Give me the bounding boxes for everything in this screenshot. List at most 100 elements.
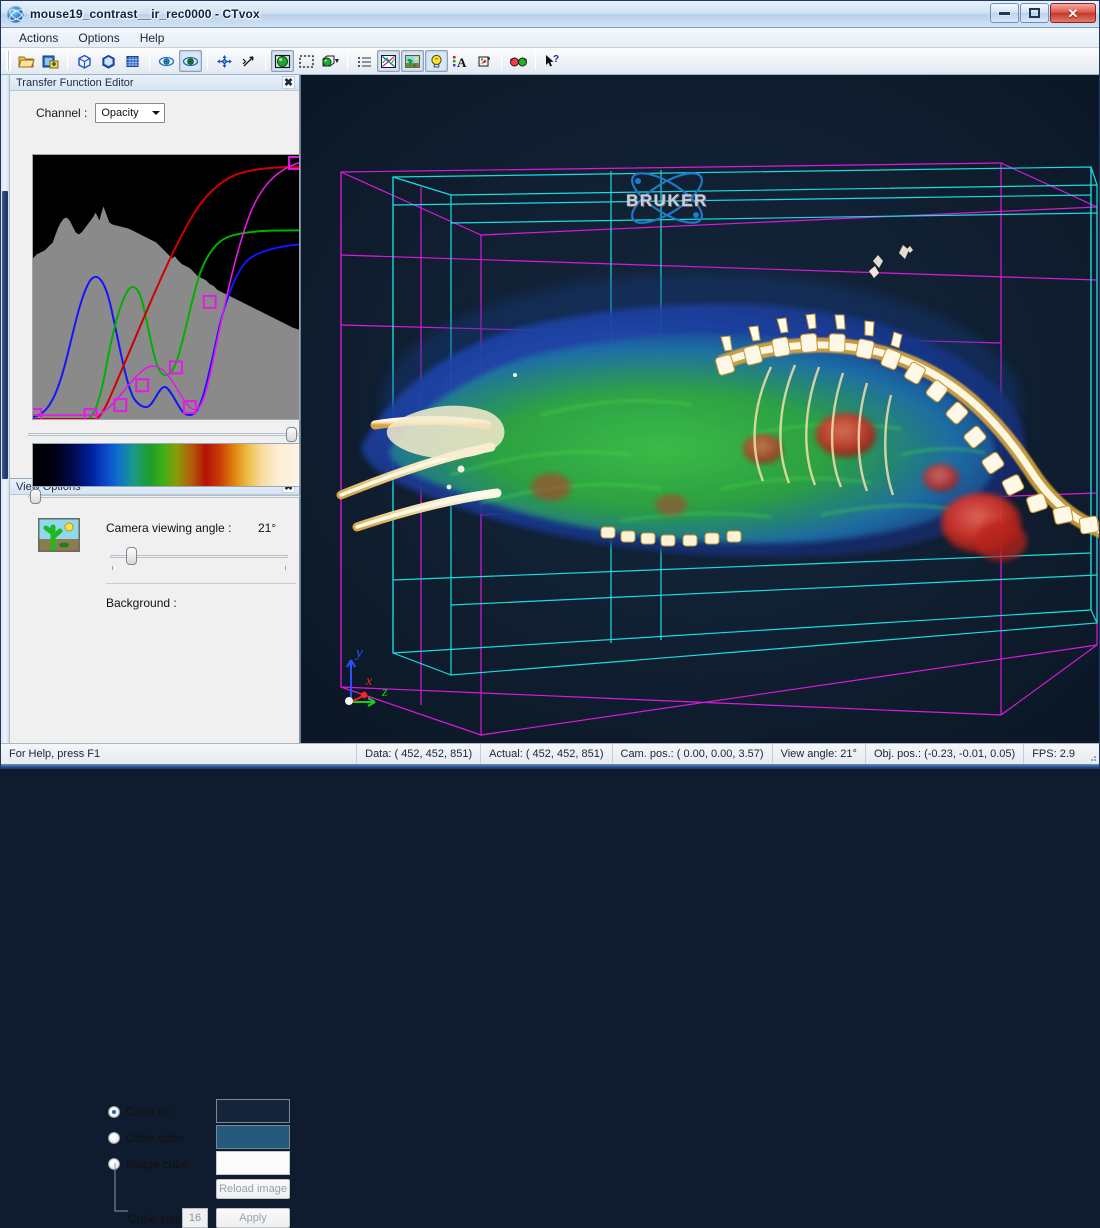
eye-icon[interactable]: [155, 50, 178, 72]
landscape-thumbnail-icon[interactable]: [38, 518, 80, 552]
radio-color-cube[interactable]: Color cube: [108, 1130, 184, 1146]
toolbar-separator: [535, 52, 536, 70]
toolbar-separator: [501, 52, 502, 70]
eye-active-icon[interactable]: [179, 50, 202, 72]
selection-icon[interactable]: [295, 50, 318, 72]
status-help-text: For Help, press F1: [1, 744, 357, 764]
list-icon[interactable]: [353, 50, 376, 72]
cube-size-bracket: [114, 1163, 130, 1215]
radio-color-fill-indicator[interactable]: [108, 1106, 120, 1118]
cube-size-label: Cube size: [128, 1212, 181, 1226]
window-bottom-frame: [1, 764, 1099, 768]
close-icon: ✕: [1068, 7, 1079, 20]
x-axis-dot: [361, 692, 367, 698]
stereo-glasses-icon[interactable]: [507, 50, 530, 72]
channel-label: Channel :: [36, 106, 87, 120]
status-view-angle: View angle: 21°: [773, 744, 866, 764]
camera-angle-label: Camera viewing angle :: [106, 521, 231, 535]
transfer-function-body: Channel : Opacity: [10, 91, 299, 478]
cube-grid-icon[interactable]: [121, 50, 144, 72]
restore-button[interactable]: [1020, 3, 1049, 23]
resize-grip[interactable]: [1083, 744, 1099, 764]
menu-item-help[interactable]: Help: [130, 29, 175, 47]
minimize-button[interactable]: [990, 3, 1019, 23]
svg-text:?: ?: [553, 54, 559, 65]
main-toolbar: ▼: [1, 48, 1099, 75]
minimize-icon: [999, 12, 1010, 15]
sphere-box-icon[interactable]: [271, 50, 294, 72]
open-volume-icon[interactable]: [39, 50, 62, 72]
radio-color-fill[interactable]: Color fill: [108, 1104, 169, 1120]
color-cube-swatch[interactable]: [216, 1125, 290, 1149]
transfer-function-panel: Transfer Function Editor ✖ Channel : Opa…: [10, 75, 299, 479]
left-dock: Transfer Function Editor ✖ Channel : Opa…: [10, 75, 300, 743]
bruker-wordmark: BRUKER: [619, 191, 715, 211]
divider: [106, 583, 296, 584]
svg-text:A: A: [457, 55, 467, 69]
axis-label-z: z: [381, 685, 388, 700]
move-icon[interactable]: [213, 50, 236, 72]
radio-color-cube-indicator[interactable]: [108, 1132, 120, 1144]
left-scrollbar[interactable]: [1, 75, 10, 743]
close-button[interactable]: ✕: [1050, 3, 1096, 23]
organ-upper: [816, 413, 876, 457]
camera-angle-slider[interactable]: [110, 547, 288, 567]
transfer-function-close-icon[interactable]: ✖: [282, 76, 295, 89]
channel-select[interactable]: Opacity: [95, 103, 165, 123]
toolbar-grip[interactable]: [6, 51, 11, 71]
toolbar-separator: [347, 52, 348, 70]
lightbulb-icon[interactable]: [425, 50, 448, 72]
cube-filled-icon[interactable]: [97, 50, 120, 72]
view-options-body: Camera viewing angle : 21° Background : …: [10, 495, 299, 743]
reload-image-button[interactable]: Reload image: [216, 1179, 290, 1199]
slider-thumb-top[interactable]: [286, 427, 297, 442]
toolbar-separator: [149, 52, 150, 70]
axis-label-y: y: [354, 645, 363, 661]
transfer-function-graph[interactable]: [32, 154, 300, 420]
axis-label-x: x: [365, 674, 373, 689]
restore-icon: [1029, 8, 1040, 18]
cube-size-input[interactable]: 16: [182, 1208, 208, 1228]
help-pointer-icon[interactable]: ?: [541, 50, 564, 72]
apply-button[interactable]: Apply: [216, 1208, 290, 1228]
camera-angle-value: 21°: [258, 521, 276, 535]
status-data-dimensions: Data: ( 452, 452, 851): [357, 744, 481, 764]
color-fill-swatch[interactable]: [216, 1099, 290, 1123]
transfer-function-panel-label: Transfer Function Editor: [16, 77, 282, 89]
background-label: Background :: [106, 596, 177, 610]
title-bar: mouse19_contrast__ir_rec0000 - CTvox ✕: [1, 1, 1099, 28]
transfer-function-panel-title: Transfer Function Editor ✖: [10, 75, 299, 91]
3d-render-view[interactable]: y x z BRUKER: [300, 75, 1099, 743]
colormap-gradient-bar[interactable]: [32, 443, 300, 487]
toolbar-separator: [67, 52, 68, 70]
axis-indicator: y x z: [329, 640, 401, 716]
colormap-range-slider-top[interactable]: [28, 427, 300, 441]
radio-image-cube-label: Image cube: [126, 1157, 189, 1171]
chevron-down-icon: [152, 111, 160, 115]
sphere-dropdown-icon[interactable]: ▼: [319, 50, 342, 72]
image-cube-swatch[interactable]: [216, 1151, 290, 1175]
radio-color-fill-label: Color fill: [126, 1105, 169, 1119]
menu-item-actions[interactable]: Actions: [9, 29, 68, 47]
scale-icon[interactable]: [237, 50, 260, 72]
ctvox-atom-icon: [7, 6, 24, 23]
toolbar-separator: [207, 52, 208, 70]
channel-select-value: Opacity: [101, 107, 138, 119]
left-scrollbar-thumb[interactable]: [2, 191, 8, 479]
view-options-panel: View Options ✖ Camera: [10, 479, 299, 743]
cube-outline-icon[interactable]: [73, 50, 96, 72]
radio-color-cube-label: Color cube: [126, 1131, 184, 1145]
menu-item-options[interactable]: Options: [68, 29, 129, 47]
window-title: mouse19_contrast__ir_rec0000 - CTvox: [30, 7, 260, 21]
slider-thumb[interactable]: [126, 547, 137, 565]
channel-row: Channel : Opacity: [10, 101, 299, 125]
status-actual-dimensions: Actual: ( 452, 452, 851): [481, 744, 612, 764]
view-options-icon[interactable]: [401, 50, 424, 72]
font-icon[interactable]: A: [449, 50, 472, 72]
status-fps: FPS: 2.9: [1024, 744, 1083, 764]
slider-tick-left: [112, 566, 113, 570]
client-area: Transfer Function Editor ✖ Channel : Opa…: [1, 75, 1099, 743]
open-file-icon[interactable]: [15, 50, 38, 72]
transfer-function-icon[interactable]: [377, 50, 400, 72]
animation-icon[interactable]: [473, 50, 496, 72]
